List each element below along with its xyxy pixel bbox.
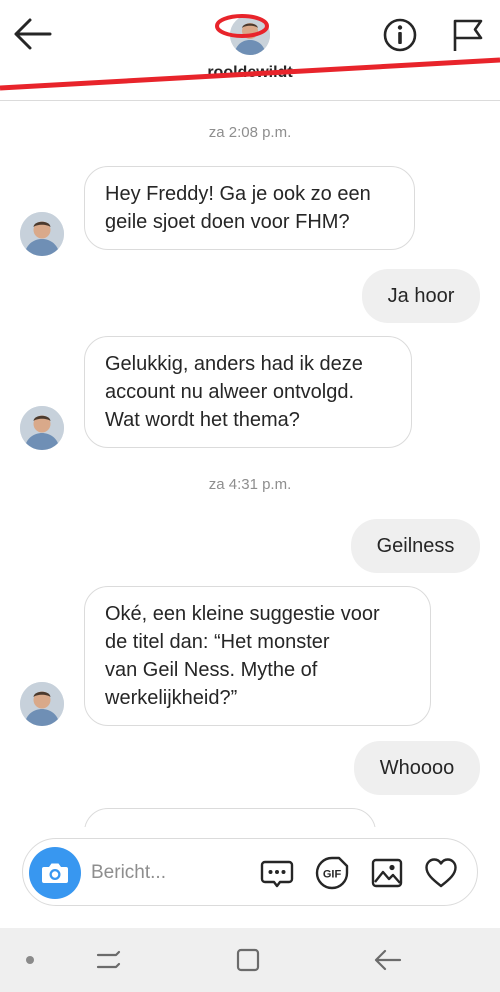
flag-icon[interactable]: [448, 16, 486, 54]
system-nav-bar: [0, 928, 500, 992]
info-icon[interactable]: [381, 16, 419, 54]
back-arrow-icon[interactable]: [10, 14, 54, 54]
incoming-message[interactable]: Hey Freddy! Ga je ook zo een geile sjoet…: [84, 166, 415, 250]
message-text: de titel dan: “Het monster: [105, 631, 330, 653]
image-icon[interactable]: [369, 855, 405, 891]
contact-avatar[interactable]: [230, 15, 270, 55]
outgoing-message[interactable]: Geilness: [351, 519, 480, 573]
message-text: werkelijkheid?”: [105, 687, 238, 709]
incoming-message[interactable]: [84, 808, 376, 827]
contact-username[interactable]: rooldewildt: [0, 64, 500, 82]
camera-button[interactable]: [29, 847, 81, 899]
timestamp: za 2:08 p.m.: [208, 124, 292, 141]
message-text: Gelukkig, anders had ik deze: [105, 353, 363, 375]
message-composer: GIF: [22, 838, 478, 906]
incoming-message[interactable]: Oké, een kleine suggestie voor de titel …: [84, 586, 431, 726]
message-text: Oké, een kleine suggestie voor: [105, 603, 380, 625]
chat-dots-icon[interactable]: [259, 855, 295, 891]
message-text: Wat wordt het thema?: [105, 409, 300, 431]
system-back-icon[interactable]: [370, 942, 406, 978]
incoming-message[interactable]: Gelukkig, anders had ik deze account nu …: [84, 336, 412, 448]
message-thread[interactable]: za 2:08 p.m. Hey Freddy! Ga je ook zo ee…: [0, 100, 500, 827]
outgoing-message[interactable]: Whoooo: [354, 741, 480, 795]
sender-avatar[interactable]: [20, 212, 64, 256]
message-text: geile sjoet doen voor FHM?: [105, 211, 350, 233]
nav-dot-icon[interactable]: [26, 956, 34, 964]
message-input[interactable]: [91, 857, 261, 889]
home-icon[interactable]: [230, 942, 266, 978]
chat-header: rooldewildt: [0, 0, 500, 101]
message-text: Hey Freddy! Ga je ook zo een: [105, 183, 371, 205]
outgoing-message[interactable]: Ja hoor: [362, 269, 480, 323]
camera-icon: [42, 863, 68, 883]
message-text: van Geil Ness. Mythe of: [105, 659, 318, 681]
gif-button[interactable]: GIF: [314, 855, 350, 891]
recent-apps-icon[interactable]: [90, 942, 126, 978]
timestamp: za 4:31 p.m.: [208, 476, 292, 493]
sender-avatar[interactable]: [20, 406, 64, 450]
heart-icon[interactable]: [423, 855, 459, 891]
message-text: account nu alweer ontvolgd.: [105, 381, 355, 403]
sender-avatar[interactable]: [20, 682, 64, 726]
gif-label: GIF: [323, 869, 342, 881]
